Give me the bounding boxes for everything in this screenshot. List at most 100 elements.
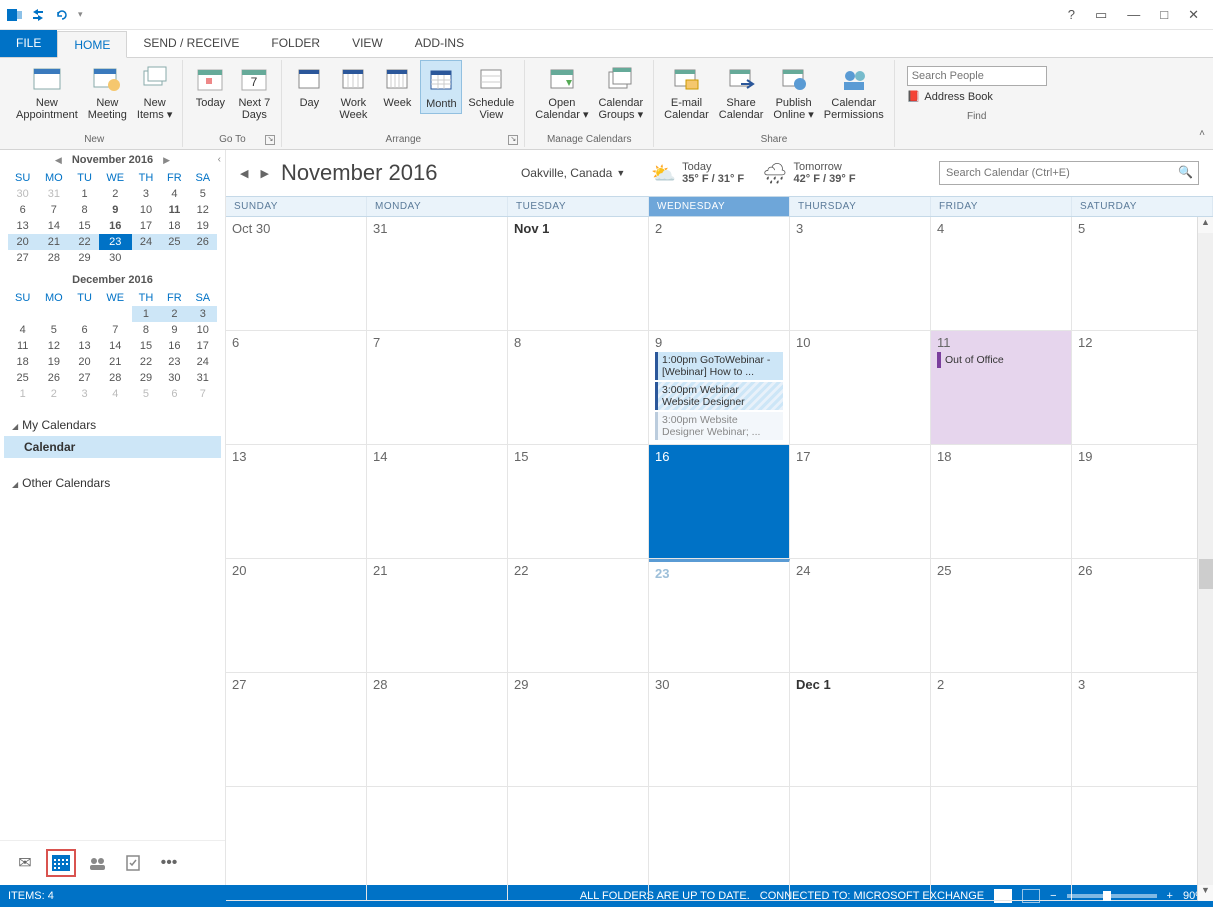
calendar-event[interactable]: 3:00pm Webinar Website Designer bbox=[655, 382, 783, 410]
mini-cal-day[interactable] bbox=[132, 250, 160, 266]
schedule-view-button[interactable]: Schedule View bbox=[464, 60, 518, 124]
mini-cal-day[interactable]: 30 bbox=[160, 370, 188, 386]
mini-cal-day[interactable]: 5 bbox=[189, 186, 217, 202]
mini-cal-day[interactable]: 3 bbox=[132, 186, 160, 202]
send-receive-icon[interactable] bbox=[30, 7, 46, 23]
calendar-cell[interactable]: Nov 1 bbox=[508, 217, 649, 331]
prev-period-icon[interactable]: ◀ bbox=[240, 167, 248, 180]
calendar-cell[interactable]: 24 bbox=[790, 559, 931, 673]
mini-cal-day[interactable]: 21 bbox=[99, 354, 132, 370]
goto-launcher-icon[interactable]: ↘ bbox=[265, 135, 275, 145]
tab-addins[interactable]: ADD-INS bbox=[399, 30, 480, 57]
mini-cal-day[interactable]: 22 bbox=[70, 234, 98, 250]
mini-cal-day[interactable]: 5 bbox=[37, 322, 70, 338]
mini-cal-day[interactable]: 1 bbox=[8, 386, 37, 402]
mail-nav-icon[interactable]: ✉ bbox=[10, 849, 40, 877]
mini-cal-day[interactable]: 28 bbox=[99, 370, 132, 386]
calendar-cell[interactable]: 8 bbox=[508, 331, 649, 445]
mini-cal-day[interactable]: 1 bbox=[132, 306, 160, 322]
calendar-cell[interactable]: 15 bbox=[508, 445, 649, 559]
calendar-cell[interactable]: 25 bbox=[931, 559, 1072, 673]
mini-cal-day[interactable]: 13 bbox=[8, 218, 37, 234]
qat-customize-icon[interactable]: ▾ bbox=[78, 9, 83, 20]
mini-cal-day[interactable]: 6 bbox=[160, 386, 188, 402]
other-calendars-header[interactable]: Other Calendars bbox=[4, 472, 221, 494]
calendar-cell[interactable]: 23 bbox=[649, 559, 790, 673]
work-week-button[interactable]: Work Week bbox=[332, 60, 374, 124]
calendar-cell[interactable]: 20 bbox=[226, 559, 367, 673]
mini-cal-day[interactable]: 30 bbox=[8, 186, 37, 202]
new-items-button[interactable]: New Items ▾ bbox=[133, 60, 176, 124]
mini-cal-day[interactable] bbox=[189, 250, 217, 266]
calendar-cell[interactable]: 2 bbox=[649, 217, 790, 331]
next-7-days-button[interactable]: 7Next 7 Days bbox=[233, 60, 275, 124]
collapse-ribbon-icon[interactable]: ˄ bbox=[1199, 128, 1205, 139]
mini-cal-day[interactable]: 23 bbox=[99, 234, 132, 250]
search-icon[interactable]: 🔍 bbox=[1178, 165, 1193, 179]
scroll-thumb[interactable] bbox=[1199, 559, 1213, 589]
today-button[interactable]: Today bbox=[189, 60, 231, 112]
calendar-cell[interactable]: 26 bbox=[1072, 559, 1213, 673]
mini-cal-day[interactable]: 4 bbox=[8, 322, 37, 338]
mini-cal-day[interactable]: 10 bbox=[189, 322, 217, 338]
mini-cal-day[interactable]: 18 bbox=[160, 218, 188, 234]
calendar-cell[interactable]: 19 bbox=[1072, 445, 1213, 559]
mini-cal-day[interactable]: 27 bbox=[70, 370, 98, 386]
arrange-launcher-icon[interactable]: ↘ bbox=[508, 135, 518, 145]
mini-cal-day[interactable]: 9 bbox=[99, 202, 132, 218]
mini-cal-day[interactable]: 23 bbox=[160, 354, 188, 370]
ribbon-display-icon[interactable]: ▭ bbox=[1089, 5, 1113, 25]
calendar-cell[interactable] bbox=[367, 787, 508, 901]
search-people-input[interactable] bbox=[907, 66, 1047, 86]
collapse-sidebar-icon[interactable]: ‹ bbox=[218, 154, 221, 165]
month-grid[interactable]: Oct 3031Nov 1234567891:00pm GoToWebinar … bbox=[226, 217, 1213, 901]
mini-cal-day[interactable]: 30 bbox=[99, 250, 132, 266]
calendar-cell[interactable]: Oct 30 bbox=[226, 217, 367, 331]
mini-cal-day[interactable]: 24 bbox=[189, 354, 217, 370]
mini-cal-day[interactable]: 29 bbox=[132, 370, 160, 386]
open-calendar-button[interactable]: Open Calendar ▾ bbox=[531, 60, 592, 124]
mini-cal-day[interactable]: 26 bbox=[37, 370, 70, 386]
help-icon[interactable]: ? bbox=[1062, 5, 1081, 25]
calendar-cell[interactable]: 10 bbox=[790, 331, 931, 445]
month-button[interactable]: Month bbox=[420, 60, 462, 114]
mini-cal-day[interactable]: 26 bbox=[189, 234, 217, 250]
calendar-cell[interactable]: 91:00pm GoToWebinar - [Webinar] How to .… bbox=[649, 331, 790, 445]
mini-cal-day[interactable]: 16 bbox=[99, 218, 132, 234]
mini-cal-day[interactable]: 28 bbox=[37, 250, 70, 266]
calendar-cell[interactable]: 21 bbox=[367, 559, 508, 673]
weather-location[interactable]: Oakville, Canada▼ bbox=[521, 166, 625, 180]
calendar-cell[interactable]: 7 bbox=[367, 331, 508, 445]
calendar-cell[interactable]: 27 bbox=[226, 673, 367, 787]
mini-cal-day[interactable]: 1 bbox=[70, 186, 98, 202]
mini-cal-day[interactable]: 20 bbox=[70, 354, 98, 370]
calendar-cell[interactable]: 29 bbox=[508, 673, 649, 787]
zoom-slider[interactable] bbox=[1067, 894, 1157, 898]
next-month-icon[interactable]: ▶ bbox=[159, 155, 174, 166]
calendar-cell[interactable]: Dec 1 bbox=[790, 673, 931, 787]
prev-month-icon[interactable]: ◀ bbox=[51, 155, 66, 166]
mini-cal-day[interactable]: 5 bbox=[132, 386, 160, 402]
mini-cal-day[interactable]: 14 bbox=[37, 218, 70, 234]
mini-cal-day[interactable]: 11 bbox=[8, 338, 37, 354]
mini-cal-day[interactable]: 24 bbox=[132, 234, 160, 250]
calendar-cell[interactable]: 13 bbox=[226, 445, 367, 559]
mini-cal-day[interactable]: 6 bbox=[8, 202, 37, 218]
mini-cal-day[interactable]: 17 bbox=[189, 338, 217, 354]
mini-cal-day[interactable] bbox=[37, 306, 70, 322]
mini-cal-day[interactable]: 22 bbox=[132, 354, 160, 370]
calendar-cell[interactable]: 16 bbox=[649, 445, 790, 559]
mini-cal-day[interactable]: 6 bbox=[70, 322, 98, 338]
mini-cal-day[interactable]: 25 bbox=[160, 234, 188, 250]
mini-cal-day[interactable]: 8 bbox=[132, 322, 160, 338]
tab-folder[interactable]: FOLDER bbox=[255, 30, 336, 57]
mini-cal-day[interactable]: 7 bbox=[99, 322, 132, 338]
calendar-cell[interactable]: 18 bbox=[931, 445, 1072, 559]
calendar-cell[interactable]: 31 bbox=[367, 217, 508, 331]
minimize-button[interactable]: — bbox=[1121, 5, 1146, 25]
address-book-button[interactable]: 📕Address Book bbox=[907, 90, 1047, 103]
mini-cal-day[interactable]: 19 bbox=[189, 218, 217, 234]
mini-cal-day[interactable]: 10 bbox=[132, 202, 160, 218]
mini-cal-day[interactable]: 31 bbox=[189, 370, 217, 386]
mini-cal-day[interactable]: 18 bbox=[8, 354, 37, 370]
